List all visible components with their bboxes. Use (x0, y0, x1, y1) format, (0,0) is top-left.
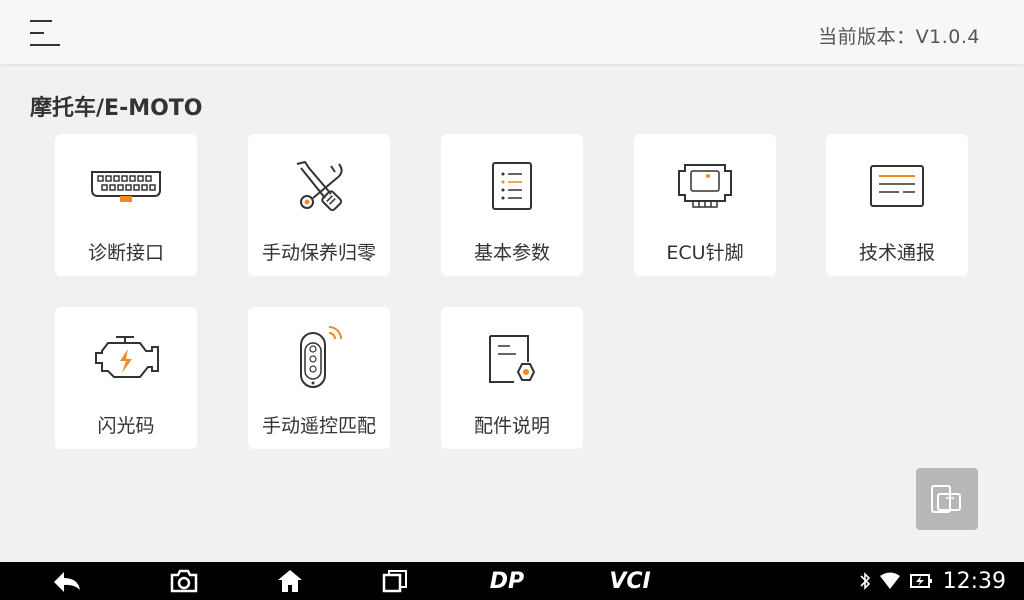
card-label: 闪光码 (97, 415, 155, 437)
card-label: 基本参数 (473, 242, 550, 264)
recent-apps-icon[interactable] (380, 562, 410, 600)
section-title: 摩托车/E-MOTO (30, 96, 203, 121)
status-area: 12:39 (851, 562, 1024, 600)
bluetooth-icon (859, 571, 871, 591)
remote-key-icon (248, 325, 390, 391)
home-icon[interactable] (274, 562, 306, 600)
card-label: 手动遥控匹配 (261, 415, 376, 437)
card-manual-maintenance-reset[interactable]: 手动保养归零 (248, 134, 390, 276)
card-ecu-pins[interactable]: ECU针脚 (634, 134, 776, 276)
card-label: 手动保养归零 (261, 242, 376, 264)
card-manual-remote-pairing[interactable]: 手动遥控匹配 (248, 307, 390, 449)
card-technical-bulletin[interactable]: 技术通报 (826, 134, 968, 276)
dp-icon[interactable]: DP (482, 562, 532, 600)
card-label: 技术通报 (858, 242, 935, 264)
technical-bulletin-icon (826, 158, 968, 214)
obd-connector-icon (55, 158, 197, 214)
card-parts-description[interactable]: 配件说明 (441, 307, 583, 449)
parameter-list-icon (441, 158, 583, 214)
battery-charging-icon (909, 571, 933, 591)
top-bar: 当前版本：V1.0.4 (0, 0, 1024, 64)
wifi-icon (879, 572, 901, 590)
navigation-bar: DP VCI 12:39 (0, 562, 1024, 600)
engine-flash-icon (55, 331, 197, 387)
version-label: 当前版本：V1.0.4 (818, 26, 980, 48)
card-diagnostic-interface[interactable]: 诊断接口 (55, 134, 197, 276)
wrench-screwdriver-icon (248, 158, 390, 214)
card-flash-code[interactable]: 闪光码 (55, 307, 197, 449)
card-label: 诊断接口 (87, 242, 164, 264)
screen-switch-icon (931, 485, 961, 513)
vci-label: VCI (609, 568, 651, 594)
camera-icon[interactable] (168, 562, 200, 600)
parts-document-icon (441, 331, 583, 387)
back-icon[interactable] (50, 562, 84, 600)
screen-switch-button[interactable] (916, 468, 978, 530)
card-basic-parameters[interactable]: 基本参数 (441, 134, 583, 276)
vci-icon[interactable]: VCI (604, 562, 656, 600)
card-label: 配件说明 (473, 415, 550, 437)
ecu-module-icon (634, 158, 776, 214)
hamburger-menu-icon[interactable] (26, 18, 62, 48)
card-label: ECU针脚 (666, 242, 744, 264)
dp-label: DP (489, 568, 525, 594)
clock: 12:39 (942, 568, 1006, 594)
